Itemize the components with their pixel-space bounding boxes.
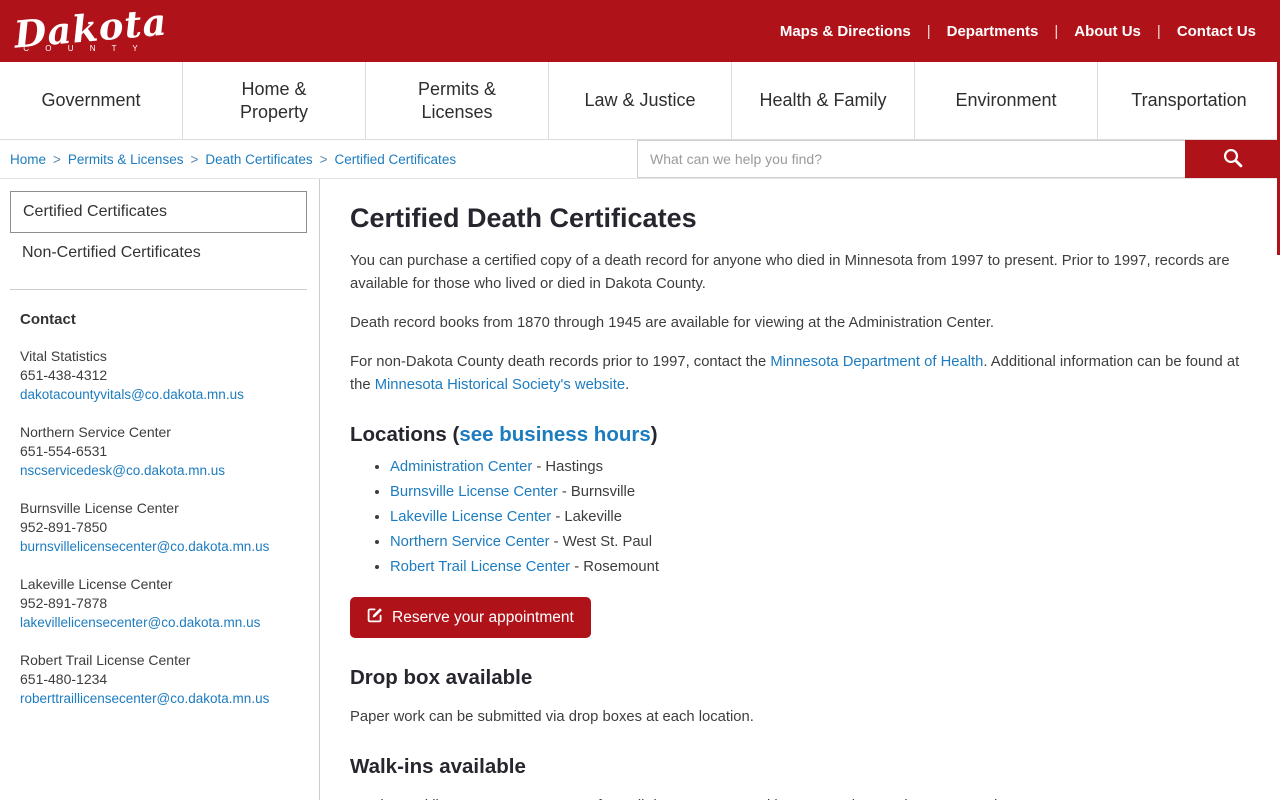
contact-email-link[interactable]: dakotacountyvitals@co.dakota.mn.us <box>20 385 307 404</box>
mnhs-link[interactable]: Minnesota Historical Society's website <box>375 377 625 393</box>
reserve-appointment-button[interactable]: Reserve your appointment <box>350 597 591 638</box>
list-item: Robert Trail License Center - Rosemount <box>390 557 1245 577</box>
top-header: Dakota C O U N T Y Maps & Directions | D… <box>0 0 1280 62</box>
locations-heading: Locations (see business hours) <box>350 423 1245 447</box>
contact-name: Vital Statistics <box>20 348 107 364</box>
non-dakota-paragraph: For non-Dakota County death records prio… <box>350 351 1245 397</box>
contact-email-link[interactable]: burnsvillelicensecenter@co.dakota.mn.us <box>20 537 307 556</box>
contact-phone: 952-891-7850 <box>20 519 108 535</box>
utility-nav: Maps & Directions | Departments | About … <box>778 19 1280 44</box>
page: Dakota C O U N T Y Maps & Directions | D… <box>0 0 1280 800</box>
contact-name: Northern Service Center <box>20 424 171 440</box>
location-city: - Hastings <box>532 459 603 475</box>
contact-entry-robert-trail-license-center: Robert Trail License Center 651-480-1234… <box>10 651 307 708</box>
breadcrumb-death-certificates[interactable]: Death Certificates <box>205 152 312 167</box>
sidebar-item-certified-certificates[interactable]: Certified Certificates <box>10 191 307 233</box>
location-city: - West St. Paul <box>549 534 653 550</box>
sidebar-item-non-certified-certificates[interactable]: Non-Certified Certificates <box>10 233 307 273</box>
contact-email-link[interactable]: roberttraillicensecenter@co.dakota.mn.us <box>20 689 307 708</box>
page-title: Certified Death Certificates <box>350 203 697 233</box>
lakeville-license-center-link[interactable]: Lakeville License Center <box>390 509 551 525</box>
search-button[interactable] <box>1185 140 1280 178</box>
contact-name: Robert Trail License Center <box>20 652 191 668</box>
contact-entry-northern-service-center: Northern Service Center 651-554-6531 nsc… <box>10 423 307 480</box>
business-hours-link[interactable]: see business hours <box>459 423 650 446</box>
primary-nav: Government Home & Property Permits & Lic… <box>0 62 1280 140</box>
walkins-paragraph: Service and license centers are open for… <box>350 795 1245 800</box>
paragraph-text: . <box>625 377 630 393</box>
breadcrumb-separator: > <box>190 151 199 167</box>
breadcrumb: Home > Permits & Licenses > Death Certif… <box>0 140 637 178</box>
breadcrumb-certified-certificates[interactable]: Certified Certificates <box>335 152 457 167</box>
list-item: Northern Service Center - West St. Paul <box>390 532 1245 552</box>
nav-item-health-family[interactable]: Health & Family <box>732 62 915 139</box>
utility-nav-contact-us[interactable]: Contact Us <box>1175 19 1258 44</box>
utility-nav-maps-directions[interactable]: Maps & Directions <box>778 19 913 44</box>
contact-name: Lakeville License Center <box>20 576 173 592</box>
contact-entry-burnsville-license-center: Burnsville License Center 952-891-7850 b… <box>10 499 307 556</box>
edit-icon <box>367 607 383 628</box>
nav-item-permits-licenses[interactable]: Permits & Licenses <box>366 62 549 139</box>
logo-wordmark: Dakota <box>12 0 170 57</box>
sidebar-divider <box>10 289 307 290</box>
list-item: Lakeville License Center - Lakeville <box>390 507 1245 527</box>
location-city: - Rosemount <box>570 559 659 575</box>
contact-email-link[interactable]: lakevillelicensecenter@co.dakota.mn.us <box>20 613 307 632</box>
breadcrumb-search-row: Home > Permits & Licenses > Death Certif… <box>0 140 1280 179</box>
nav-item-environment[interactable]: Environment <box>915 62 1098 139</box>
breadcrumb-permits-licenses[interactable]: Permits & Licenses <box>68 152 184 167</box>
main-content: Certified Death Certificates You can pur… <box>320 179 1280 800</box>
robert-trail-license-center-link[interactable]: Robert Trail License Center <box>390 559 570 575</box>
breadcrumb-separator: > <box>319 151 328 167</box>
nav-item-transportation[interactable]: Transportation <box>1098 62 1280 139</box>
content-area: Certified Certificates Non-Certified Cer… <box>0 179 1280 800</box>
utility-nav-separator: | <box>1054 22 1059 40</box>
utility-nav-departments[interactable]: Departments <box>945 19 1041 44</box>
record-books-paragraph: Death record books from 1870 through 194… <box>350 315 995 331</box>
contact-phone: 651-438-4312 <box>20 367 108 383</box>
contact-entry-lakeville-license-center: Lakeville License Center 952-891-7878 la… <box>10 575 307 632</box>
burnsville-license-center-link[interactable]: Burnsville License Center <box>390 484 558 500</box>
contact-heading: Contact <box>20 311 76 328</box>
breadcrumb-home[interactable]: Home <box>10 152 46 167</box>
list-item: Administration Center - Hastings <box>390 457 1245 477</box>
utility-nav-about-us[interactable]: About Us <box>1072 19 1143 44</box>
northern-service-center-link[interactable]: Northern Service Center <box>390 534 550 550</box>
location-city: - Lakeville <box>551 509 622 525</box>
contact-phone: 651-480-1234 <box>20 671 108 687</box>
county-logo[interactable]: Dakota C O U N T Y <box>0 0 180 56</box>
locations-list: Administration Center - Hastings Burnsvi… <box>350 457 1245 577</box>
heading-text: ) <box>650 423 658 446</box>
left-sidebar: Certified Certificates Non-Certified Cer… <box>0 179 320 800</box>
utility-nav-separator: | <box>1156 22 1161 40</box>
search-icon <box>1222 147 1244 172</box>
intro-paragraph: You can purchase a certified copy of a d… <box>350 253 1230 292</box>
contact-phone: 952-891-7878 <box>20 595 108 611</box>
contact-phone: 651-554-6531 <box>20 443 108 459</box>
contact-entry-vital-statistics: Vital Statistics 651-438-4312 dakotacoun… <box>10 347 307 404</box>
breadcrumb-separator: > <box>53 151 61 167</box>
paragraph-text: For non-Dakota County death records prio… <box>350 354 771 370</box>
list-item: Burnsville License Center - Burnsville <box>390 482 1245 502</box>
walkins-heading: Walk-ins available <box>350 755 526 778</box>
search-input[interactable] <box>637 140 1185 178</box>
contact-email-link[interactable]: nscservicedesk@co.dakota.mn.us <box>20 461 307 480</box>
mdh-link[interactable]: Minnesota Department of Health <box>770 354 983 370</box>
nav-item-government[interactable]: Government <box>0 62 183 139</box>
button-label: Reserve your appointment <box>392 608 574 626</box>
utility-nav-separator: | <box>926 22 931 40</box>
nav-item-law-justice[interactable]: Law & Justice <box>549 62 732 139</box>
nav-item-home-property[interactable]: Home & Property <box>183 62 366 139</box>
administration-center-link[interactable]: Administration Center <box>390 459 532 475</box>
contact-name: Burnsville License Center <box>20 500 179 516</box>
dropbox-heading: Drop box available <box>350 666 533 689</box>
dropbox-paragraph: Paper work can be submitted via drop box… <box>350 709 754 725</box>
location-city: - Burnsville <box>557 484 636 500</box>
heading-text: Locations ( <box>350 423 460 446</box>
